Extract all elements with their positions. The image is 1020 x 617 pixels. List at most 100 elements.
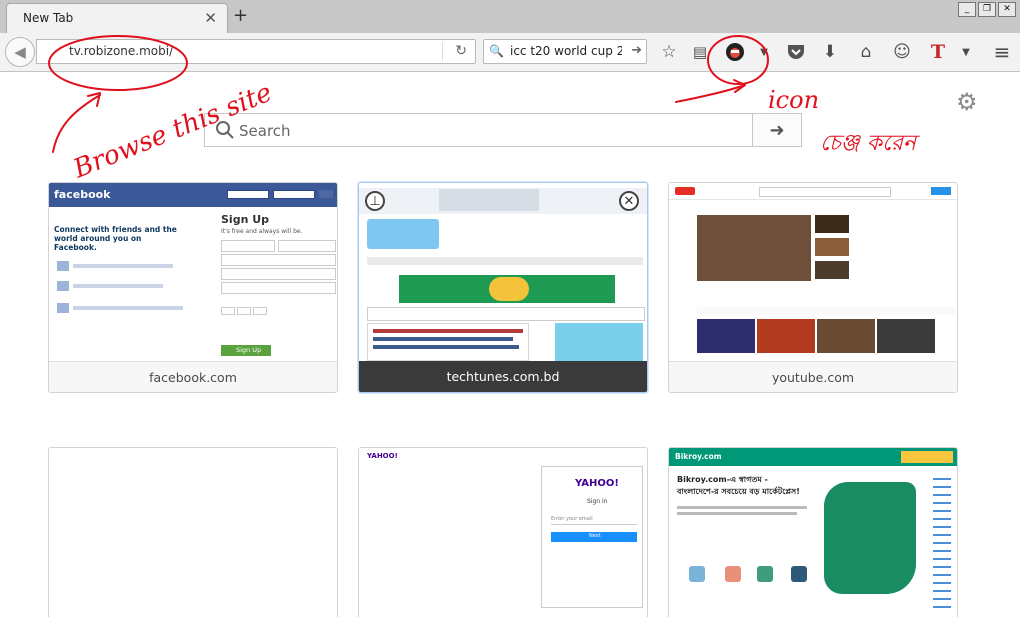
yahoo-logo: YAHOO! bbox=[575, 478, 619, 489]
tab-new-tab[interactable]: New Tab ✕ bbox=[6, 3, 228, 33]
search-go-icon[interactable]: ➜ bbox=[631, 43, 642, 58]
pocket-icon[interactable] bbox=[785, 41, 807, 63]
fb-select bbox=[221, 307, 235, 315]
yt-divider bbox=[669, 199, 957, 200]
download-icon[interactable]: ⬇ bbox=[819, 41, 841, 63]
search-bar[interactable]: 🔍 icc t20 world cup 2016 fixture ➜ bbox=[483, 39, 647, 64]
yt-search bbox=[759, 187, 891, 197]
yt-video bbox=[815, 215, 849, 233]
yt-video bbox=[817, 319, 875, 353]
search-input[interactable]: Search bbox=[239, 122, 291, 140]
search-input[interactable]: icc t20 world cup 2016 fixture bbox=[510, 44, 622, 58]
extension-icon[interactable] bbox=[722, 41, 748, 63]
tile-techtunes[interactable]: ⊥ ✕ techtunes.com.bd bbox=[358, 182, 648, 393]
search-go-button[interactable]: ➜ bbox=[752, 114, 801, 146]
yahoo-field-line bbox=[551, 524, 637, 525]
facebook-logo: facebook bbox=[54, 188, 111, 201]
login-field bbox=[227, 190, 269, 199]
tile-bikroy[interactable]: Bikroy.com Bikroy.com-এ স্বাগতম - বাংলাদ… bbox=[668, 447, 958, 617]
close-icon[interactable]: ✕ bbox=[619, 191, 639, 211]
menu-icon[interactable]: ≡ bbox=[991, 40, 1013, 64]
window-controls: _ ❐ ✕ bbox=[958, 2, 1016, 17]
tile-thumbnail bbox=[669, 183, 957, 361]
bikroy-city-list bbox=[933, 472, 951, 612]
tt-logo bbox=[367, 219, 439, 249]
fb-headline: Connect with friends and the world aroun… bbox=[54, 225, 177, 252]
tile-thumbnail: facebook Connect with friends and the wo… bbox=[49, 183, 337, 361]
url-bar[interactable]: tv.robizone.mobi/ ↻ bbox=[36, 39, 476, 64]
minimize-button[interactable]: _ bbox=[958, 2, 976, 17]
window-close-button[interactable]: ✕ bbox=[998, 2, 1016, 17]
fb-signup-button-label: Sign Up bbox=[236, 346, 262, 354]
annotation-arrow-url bbox=[52, 94, 101, 153]
annotation-note-right-2: চেঞ্জ করেন bbox=[820, 131, 920, 156]
url-text[interactable]: tv.robizone.mobi/ bbox=[69, 44, 173, 58]
annotation-note-right-1: icon bbox=[768, 86, 819, 114]
youtube-logo bbox=[675, 187, 695, 195]
restore-button[interactable]: ❐ bbox=[978, 2, 996, 17]
yt-video bbox=[757, 319, 815, 353]
bookmark-star-icon[interactable]: ☆ bbox=[658, 41, 680, 63]
fb-feature-text bbox=[73, 284, 163, 288]
url-divider bbox=[442, 42, 443, 61]
bikroy-category-icon bbox=[725, 566, 741, 582]
close-icon[interactable]: ✕ bbox=[204, 9, 217, 27]
annotation-arrowhead bbox=[733, 79, 746, 93]
tt-post-line bbox=[373, 329, 523, 333]
tile-facebook[interactable]: facebook Connect with friends and the wo… bbox=[48, 182, 338, 393]
tile-empty[interactable] bbox=[48, 447, 338, 617]
fb-feature-icon bbox=[57, 281, 69, 291]
back-icon[interactable]: ◀ bbox=[5, 37, 35, 67]
search-engine-icon[interactable]: 🔍 bbox=[489, 44, 504, 58]
facebook-header: facebook bbox=[49, 183, 337, 207]
bikroy-header: Bikroy.com bbox=[669, 448, 957, 466]
tile-label: facebook.com bbox=[49, 361, 337, 392]
newtab-search[interactable]: Search ➜ bbox=[204, 113, 802, 147]
fb-field bbox=[278, 240, 336, 252]
emoji-icon[interactable]: ☺ bbox=[891, 41, 913, 63]
yahoo-next-label: Next bbox=[589, 533, 601, 539]
tt-post-line bbox=[373, 337, 513, 341]
fb-feature-text bbox=[73, 306, 183, 310]
bikroy-text bbox=[677, 506, 807, 509]
fb-feature-icon bbox=[57, 261, 69, 271]
bikroy-category-icon bbox=[689, 566, 705, 582]
tile-yahoo[interactable]: YAHOO! YAHOO! Sign in Enter your email N… bbox=[358, 447, 648, 617]
reading-list-icon[interactable]: ▤ bbox=[689, 41, 711, 63]
home-icon[interactable]: ⌂ bbox=[855, 41, 877, 63]
extension-menu-chevron-icon[interactable]: ▼ bbox=[753, 41, 775, 63]
fb-field bbox=[221, 268, 336, 280]
bikroy-category-icon bbox=[791, 566, 807, 582]
fb-select bbox=[253, 307, 267, 315]
tt-menu bbox=[367, 257, 643, 265]
fb-select bbox=[237, 307, 251, 315]
title-bar: New Tab ✕ + _ ❐ ✕ bbox=[0, 0, 1020, 33]
yt-signin bbox=[931, 187, 951, 195]
tile-label: techtunes.com.bd bbox=[359, 361, 647, 392]
tt-side-ad bbox=[555, 323, 643, 361]
fb-feature-text bbox=[73, 264, 173, 268]
gear-icon[interactable]: ⚙ bbox=[956, 88, 978, 116]
fb-field bbox=[221, 282, 336, 294]
yt-video bbox=[815, 238, 849, 256]
password-field bbox=[273, 190, 315, 199]
yt-video bbox=[877, 319, 935, 353]
new-tab-button[interactable]: + bbox=[233, 5, 248, 26]
translate-menu-chevron-icon[interactable]: ▼ bbox=[955, 41, 977, 63]
tt-search bbox=[367, 307, 645, 321]
translate-icon[interactable]: T bbox=[927, 41, 949, 63]
fb-field bbox=[221, 254, 336, 266]
bikroy-text bbox=[677, 512, 797, 515]
tile-youtube[interactable]: youtube.com bbox=[668, 182, 958, 393]
tile-label: youtube.com bbox=[669, 361, 957, 392]
yt-featured-video bbox=[697, 215, 811, 281]
reload-icon[interactable]: ↻ bbox=[455, 43, 467, 59]
yahoo-logo-small: YAHOO! bbox=[367, 452, 398, 460]
fb-signup-title: Sign Up bbox=[221, 213, 270, 226]
pin-icon[interactable]: ⊥ bbox=[365, 191, 385, 211]
bikroy-headline-2: বাংলাদেশে-র সবচেয়ে বড় মার্কেটপ্লেস! bbox=[677, 487, 800, 496]
yahoo-email-field: Enter your email bbox=[551, 516, 593, 522]
tab-title: New Tab bbox=[23, 11, 74, 25]
yt-video bbox=[697, 319, 755, 353]
search-icon bbox=[215, 120, 235, 144]
